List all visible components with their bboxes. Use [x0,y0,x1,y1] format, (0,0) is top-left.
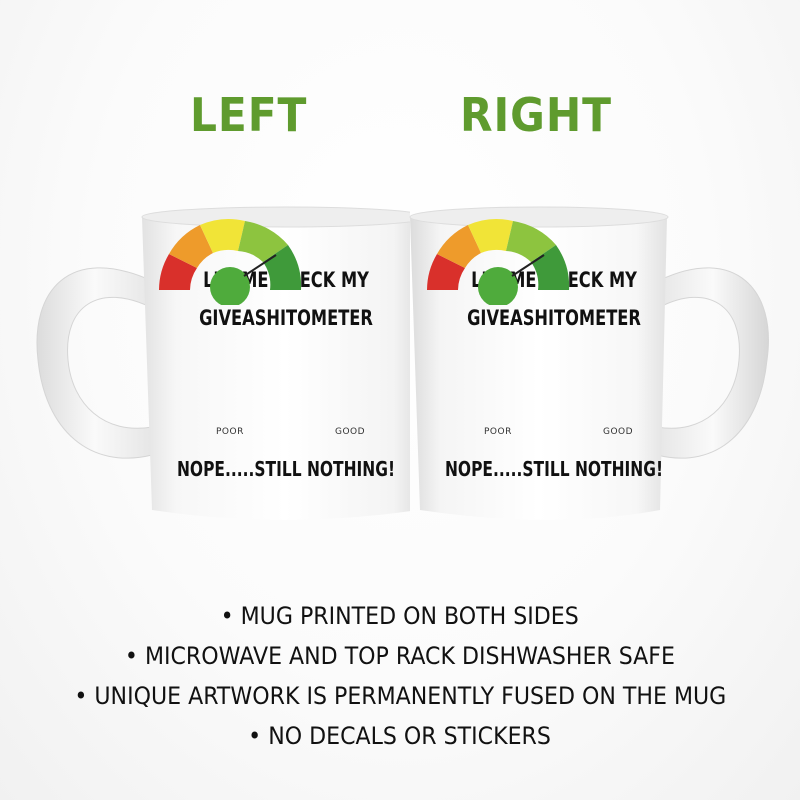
mug-text-line3: NOPE.....STILL NOTHING! [176,457,396,481]
gauge-meter [159,219,302,305]
gauge-high-label: GOOD [603,427,634,437]
gauge-high-label: GOOD [335,427,366,437]
gauge-hub [478,267,518,305]
feature-text: • MICROWAVE AND TOP RACK DISHWASHER SAFE [124,642,676,670]
gauge-low-label: POOR [216,427,244,437]
feature-text: • MUG PRINTED ON BOTH SIDES [220,602,580,630]
mug-text-line2: GIVEASHITOMETER [467,306,641,330]
feature-text: • UNIQUE ARTWORK IS PERMANENTLY FUSED ON… [74,682,726,710]
mug-text-line2: GIVEASHITOMETER [199,306,373,330]
feature-item: • MUG PRINTED ON BOTH SIDES [0,596,800,636]
feature-list: • MUG PRINTED ON BOTH SIDES • MICROWAVE … [0,596,800,756]
right-mug: LET ME CHECK MY GIVEASHITOMETER POOR GOO… [405,195,775,535]
gauge-hub [210,267,250,305]
left-mug: LET ME CHECK MY GIVEASHITOMETER POOR GOO… [30,195,410,535]
mug-text-line3: NOPE.....STILL NOTHING! [444,457,664,481]
gauge-meter [427,219,570,305]
right-side-label: RIGHT [460,88,612,142]
feature-text: • NO DECALS OR STICKERS [248,722,552,750]
feature-item: • NO DECALS OR STICKERS [0,716,800,756]
gauge-low-label: POOR [484,427,512,437]
feature-item: • UNIQUE ARTWORK IS PERMANENTLY FUSED ON… [0,676,800,716]
left-side-label: LEFT [190,88,308,142]
feature-item: • MICROWAVE AND TOP RACK DISHWASHER SAFE [0,636,800,676]
